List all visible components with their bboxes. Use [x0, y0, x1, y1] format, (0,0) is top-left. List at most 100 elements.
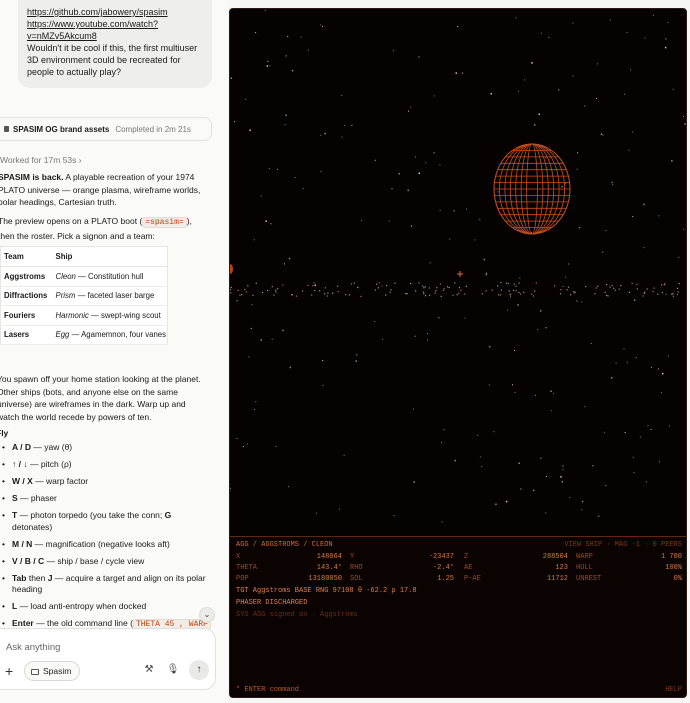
star: [345, 294, 347, 296]
star: [406, 293, 408, 295]
star: [618, 288, 620, 290]
star: [534, 290, 536, 292]
star: [477, 434, 479, 436]
star: [676, 293, 678, 296]
star: [374, 289, 376, 291]
star: [667, 355, 669, 357]
star: [307, 284, 309, 286]
game-viewport[interactable]: AGG / AGGSTROMS / CLEON VIEW SHIP · MAG …: [229, 8, 687, 698]
add-attachment-icon[interactable]: +: [5, 663, 13, 679]
artifact-card[interactable]: SPASIM OG brand assets Completed in 2m 2…: [0, 117, 212, 141]
star: [449, 238, 451, 240]
scroll-down-button[interactable]: ⌄: [199, 607, 215, 623]
worked-duration[interactable]: Worked for 17m 53s ›: [0, 155, 82, 165]
star: [454, 282, 456, 284]
star: [493, 431, 495, 433]
star: [572, 75, 574, 77]
star: [481, 466, 483, 468]
star: [439, 164, 441, 166]
star: [613, 287, 615, 289]
list-item: S — phaser: [0, 493, 212, 505]
star: [269, 65, 271, 67]
star: [491, 289, 493, 291]
command-input[interactable]: * ENTER command: [236, 686, 299, 694]
star: [514, 349, 515, 351]
team-cell: Diffractions: [0, 286, 53, 306]
system-message: SYS AGG signed on · Aggstroms: [236, 611, 358, 619]
star: [596, 63, 598, 65]
star: [474, 239, 476, 241]
star: [678, 256, 680, 258]
star: [241, 294, 243, 296]
star: [485, 273, 488, 276]
star: [239, 294, 241, 296]
star: [464, 317, 466, 319]
star: [602, 134, 604, 136]
star: [495, 503, 497, 505]
table-row: Fouriers Harmonic — swept-wing scout: [0, 305, 168, 326]
tools-icon[interactable]: ⚒: [142, 663, 156, 677]
star: [533, 124, 536, 126]
starfield: [230, 9, 686, 523]
column-header: Team: [0, 246, 53, 267]
star: [435, 290, 437, 292]
star: [671, 293, 673, 295]
star: [652, 14, 654, 16]
star: [265, 220, 267, 222]
star: [520, 293, 522, 295]
star: [414, 335, 416, 337]
star: [312, 285, 314, 287]
star: [570, 294, 572, 296]
star: [423, 287, 425, 289]
star: [554, 285, 556, 287]
chevron-down-icon: ⌄: [203, 610, 211, 619]
star: [436, 287, 438, 289]
star: [230, 77, 233, 79]
star: [628, 291, 630, 293]
star: [576, 168, 578, 170]
star: [255, 282, 257, 284]
stat-value: -23437: [428, 553, 454, 561]
star: [523, 291, 525, 293]
star: [672, 295, 674, 297]
star: [549, 210, 551, 212]
star: [271, 286, 273, 288]
table-row: Lasers Egg — Agamemnon, four vanes: [0, 325, 168, 345]
star: [230, 286, 232, 288]
star: [439, 209, 441, 211]
star: [524, 79, 526, 81]
star: [647, 425, 649, 427]
star: [288, 257, 291, 260]
star: [514, 391, 516, 393]
message-link[interactable]: https://www.youtube.com/watch?: [27, 18, 203, 30]
microphone-icon[interactable]: 🎙: [166, 663, 180, 677]
star: [267, 60, 269, 62]
message-text: Wouldn't it be cool if this, the first m…: [27, 43, 198, 53]
star: [427, 339, 428, 341]
star: [394, 282, 396, 284]
star: [645, 481, 647, 483]
star: [337, 285, 339, 287]
star: [676, 287, 679, 289]
star: [537, 329, 539, 331]
star: [664, 46, 667, 49]
artifact-status: Completed in 2m 21s: [115, 124, 191, 134]
star: [393, 50, 395, 52]
list-item: M / N — magnification (negative looks af…: [0, 539, 212, 551]
help-button[interactable]: HELP: [665, 686, 682, 694]
star: [389, 291, 391, 293]
star: [609, 19, 611, 21]
message-input[interactable]: Ask anything: [6, 642, 60, 653]
star: [378, 282, 380, 284]
star: [683, 228, 685, 230]
message-link[interactable]: v=nMZv5Akcum8: [27, 30, 203, 42]
project-chip[interactable]: Spasim: [24, 661, 81, 681]
star: [407, 189, 409, 192]
message-link[interactable]: https://github.com/jabowery/spasim: [27, 6, 203, 18]
star: [643, 247, 645, 249]
send-button[interactable]: ↑: [189, 660, 209, 680]
star: [507, 283, 509, 285]
star: [302, 290, 304, 292]
star: [515, 17, 517, 19]
list-item: A / D — yaw (θ): [0, 442, 212, 454]
